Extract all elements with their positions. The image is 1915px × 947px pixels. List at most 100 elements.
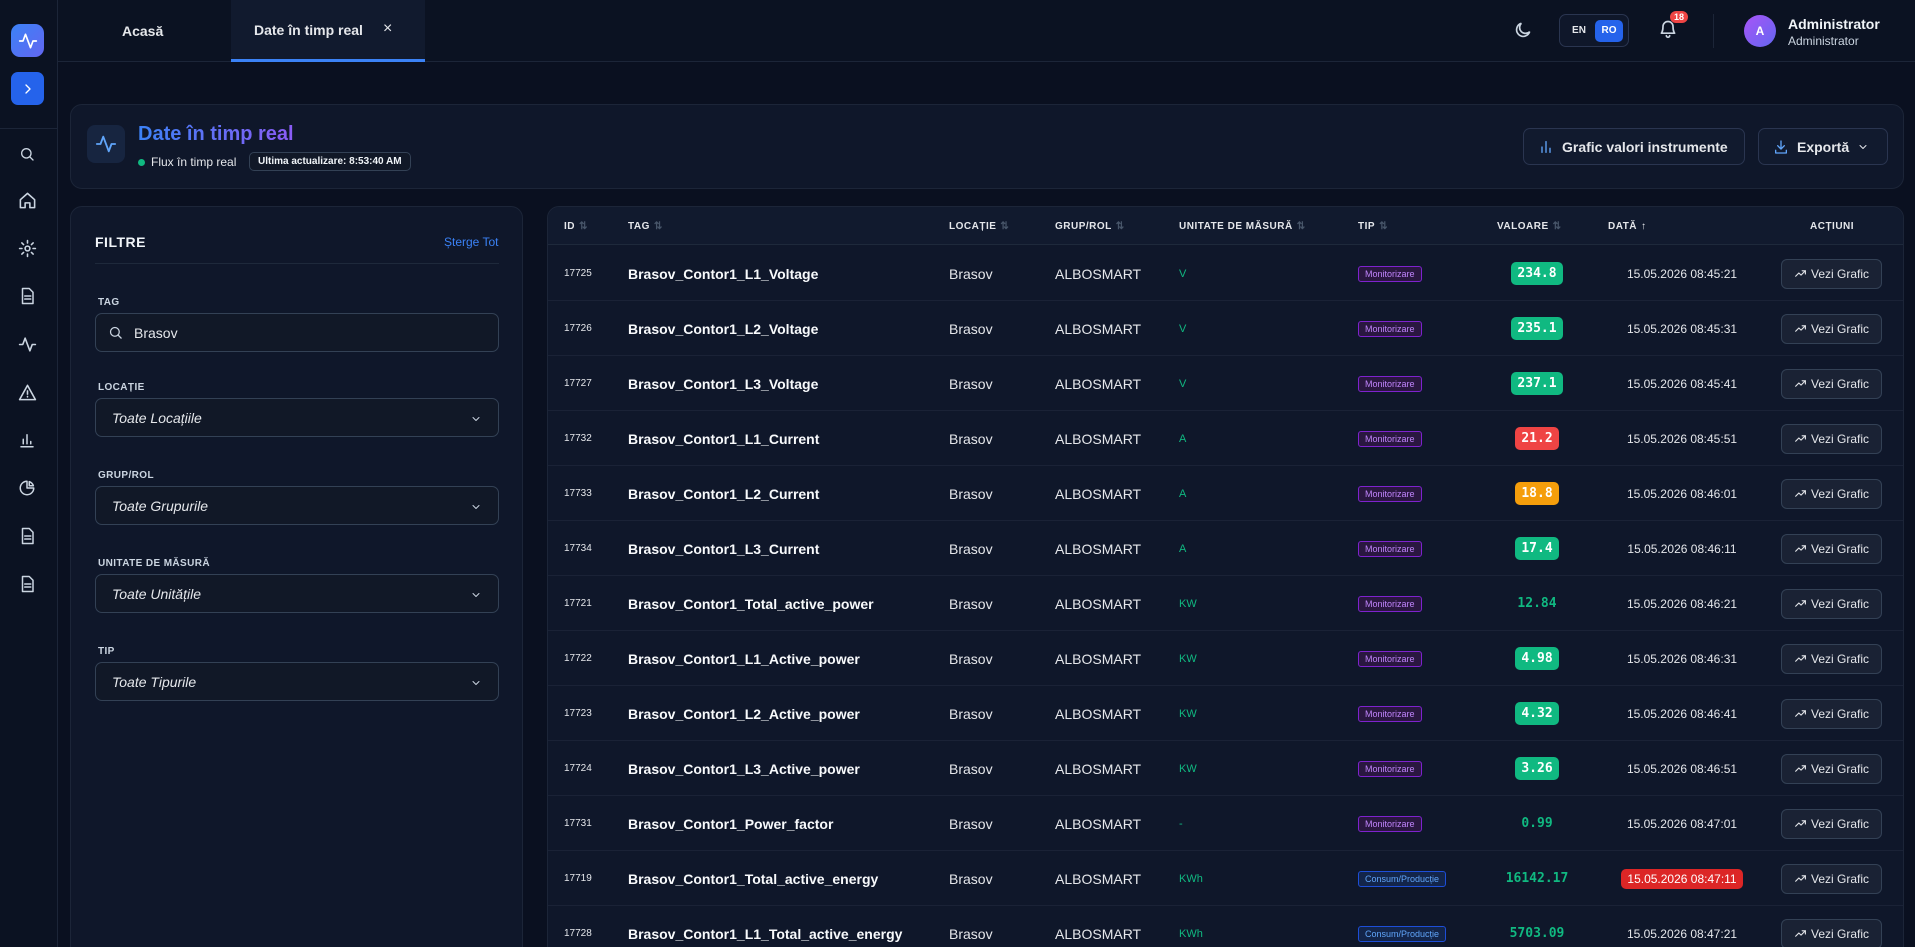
cell-actions: Vezi Grafic [1781,686,1882,741]
type-badge: Monitorizare [1358,760,1422,777]
view-chart-button[interactable]: Vezi Grafic [1781,643,1882,674]
chevron-down-icon [470,588,482,604]
avatar[interactable]: A [1744,15,1776,47]
gear-icon[interactable] [14,235,40,261]
file-icon[interactable] [14,571,40,597]
cell-actions: Vezi Grafic [1781,851,1882,906]
view-chart-button[interactable]: Vezi Grafic [1781,258,1882,289]
table-row[interactable]: 17728 Brasov_Contor1_L1_Total_active_ener… [548,906,1903,947]
column-header-unit[interactable]: UNITATE DE MĂSURĂ ⇅ [1179,221,1306,232]
column-header-location[interactable]: LOCAȚIE ⇅ [949,221,1009,232]
tag-search-value: Brasov [134,324,178,341]
filters-panel: FILTRE Șterge Tot TAG Brasov LOCAȚIE Toa… [70,206,523,947]
column-header-type[interactable]: TIP ⇅ [1358,221,1388,232]
activity-icon[interactable] [14,331,40,357]
type-select[interactable]: Toate Tipurile [95,662,499,701]
app-logo-icon[interactable] [11,24,44,57]
table-row[interactable]: 17734 Brasov_Contor1_L3_Current Brasov ALBO… [548,521,1903,576]
view-chart-label: Vezi Grafic [1810,376,1870,391]
report-icon[interactable] [14,523,40,549]
table-row[interactable]: 17726 Brasov_Contor1_L2_Voltage Brasov ALBO… [548,301,1903,356]
table-row[interactable]: 17725 Brasov_Contor1_L1_Voltage Brasov ALBO… [548,246,1903,301]
export-button[interactable]: Exportă [1758,128,1888,165]
view-chart-button[interactable]: Vezi Grafic [1781,478,1882,509]
value-badge: 16142.17 [1505,871,1569,886]
cell-location: Brasov [949,650,993,667]
clear-all-link[interactable]: Șterge Tot [444,235,498,249]
cell-group: ALBOSMART [1055,815,1142,832]
value-badge: 17.4 [1515,537,1559,560]
instrument-chart-label: Grafic valori instrumente [1562,138,1728,155]
alert-icon[interactable] [14,379,40,405]
view-chart-button[interactable]: Vezi Grafic [1781,368,1882,399]
trending-up-icon [1795,270,1806,277]
cell-group: ALBOSMART [1055,485,1142,502]
cell-id: 17724 [564,763,592,774]
column-header-tag[interactable]: TAG ⇅ [628,221,663,232]
cell-actions: Vezi Grafic [1781,576,1882,631]
column-header-id[interactable]: ID ⇅ [564,221,588,232]
cell-tag: Brasov_Contor1_L3_Voltage [628,375,819,392]
type-badge: Monitorizare [1358,650,1422,667]
cell-location: Brasov [949,265,993,282]
unit-select[interactable]: Toate Unitățile [95,574,499,613]
live-status: Flux în timp real [138,155,236,169]
table-row[interactable]: 17724 Brasov_Contor1_L3_Active_power Braso… [548,741,1903,796]
cell-actions: Vezi Grafic [1781,411,1882,466]
bar-chart-icon[interactable] [14,427,40,453]
cell-type: Monitorizare [1358,356,1422,411]
view-chart-button[interactable]: Vezi Grafic [1781,808,1882,839]
language-switch: EN RO [1559,14,1629,47]
view-chart-button[interactable]: Vezi Grafic [1781,313,1882,344]
cell-type: Monitorizare [1358,796,1422,851]
view-chart-button[interactable]: Vezi Grafic [1781,698,1882,729]
user-name[interactable]: Administrator [1788,16,1880,32]
bell-icon[interactable]: 18 [1658,11,1689,44]
tag-search-input[interactable]: Brasov [95,313,499,352]
table-row[interactable]: 17727 Brasov_Contor1_L3_Voltage Brasov ALBO… [548,356,1903,411]
cell-id: 17722 [564,653,592,664]
tab-home[interactable]: Acasă [122,0,163,62]
chevron-down-icon [470,500,482,516]
instrument-chart-button[interactable]: Grafic valori instrumente [1523,128,1745,165]
home-icon[interactable] [14,187,40,213]
table-row[interactable]: 17733 Brasov_Contor1_L2_Current Brasov ALBO… [548,466,1903,521]
date-value: 15.05.2026 08:45:31 [1626,321,1738,336]
search-icon[interactable] [14,141,40,167]
cell-actions: Vezi Grafic [1781,521,1882,576]
realtime-data-table: ID ⇅ TAG ⇅ LOCAȚIE ⇅ GRUP/ROL ⇅ UNITATE DE M… [547,206,1904,947]
table-row[interactable]: 17723 Brasov_Contor1_L2_Active_power Braso… [548,686,1903,741]
trending-up-icon [1795,930,1806,937]
view-chart-button[interactable]: Vezi Grafic [1781,753,1882,784]
table-row[interactable]: 17722 Brasov_Contor1_L1_Active_power Braso… [548,631,1903,686]
cell-value: 5703.09 [1487,906,1587,947]
tab-realtime-data[interactable]: Date în timp real × [231,0,425,62]
table-row[interactable]: 17719 Brasov_Contor1_Total_active_energy B… [548,851,1903,906]
trending-up-icon [1795,600,1806,607]
table-row[interactable]: 17721 Brasov_Contor1_Total_active_power Br… [548,576,1903,631]
view-chart-button[interactable]: Vezi Grafic [1781,918,1882,947]
document-icon[interactable] [14,283,40,309]
view-chart-button[interactable]: Vezi Grafic [1781,423,1882,454]
lang-ro-button[interactable]: RO [1595,19,1623,42]
moon-icon[interactable] [1513,20,1533,45]
view-chart-button[interactable]: Vezi Grafic [1781,863,1882,894]
value-badge: 234.8 [1511,262,1563,285]
close-icon[interactable]: × [383,20,392,38]
view-chart-button[interactable]: Vezi Grafic [1781,588,1882,619]
cell-actions: Vezi Grafic [1781,631,1882,686]
view-chart-button[interactable]: Vezi Grafic [1781,533,1882,564]
column-header-date[interactable]: DATĂ ↑ [1608,221,1647,232]
table-row[interactable]: 17731 Brasov_Contor1_Power_factor Brasov AL… [548,796,1903,851]
lang-en-button[interactable]: EN [1565,20,1593,42]
group-select[interactable]: Toate Grupurile [95,486,499,525]
column-header-group[interactable]: GRUP/ROL ⇅ [1055,221,1125,232]
table-row[interactable]: 17732 Brasov_Contor1_L1_Current Brasov ALBO… [548,411,1903,466]
column-header-value[interactable]: VALOARE ⇅ [1497,221,1562,232]
cell-id: 17725 [564,268,592,279]
cell-value: 0.99 [1487,796,1587,851]
expand-sidebar-button[interactable] [11,72,44,105]
cell-unit: V [1179,267,1187,280]
location-select[interactable]: Toate Locațiile [95,398,499,437]
pie-chart-icon[interactable] [14,475,40,501]
